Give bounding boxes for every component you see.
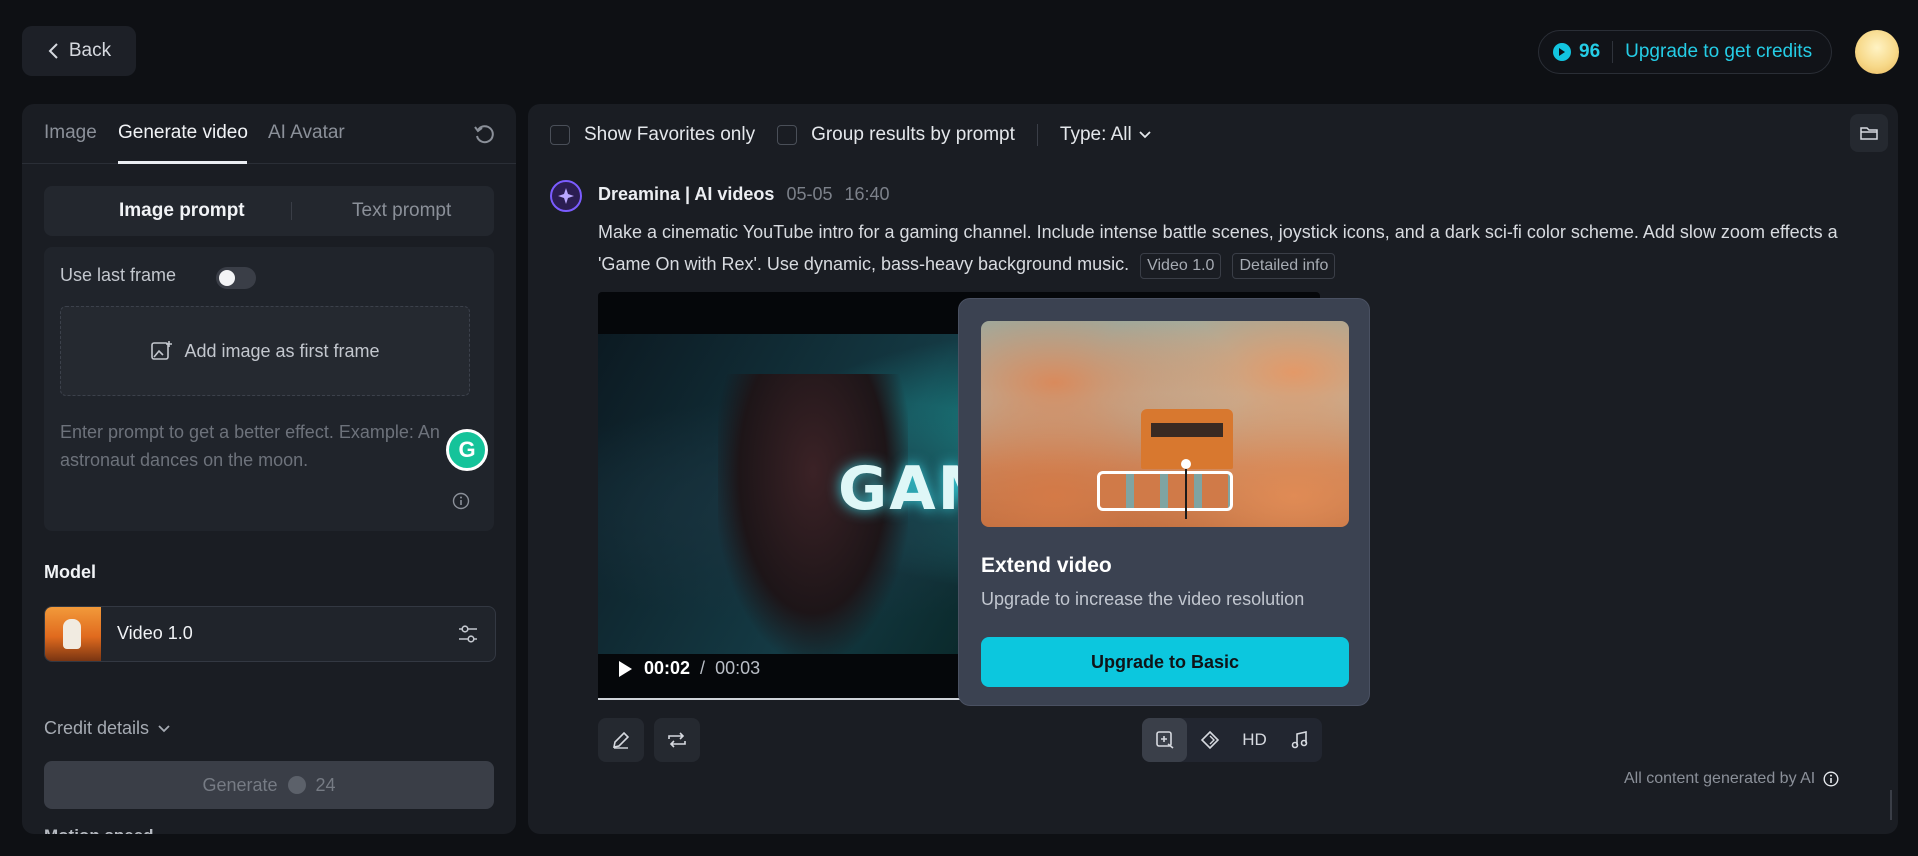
type-filter-dropdown[interactable]: Type: All [1060,124,1152,146]
popup-title: Extend video [981,554,1112,577]
extend-preview-image [981,321,1349,527]
ai-disclaimer: All content generated by AI [1624,770,1839,788]
model-section-title: Model [44,562,96,582]
credit-details-toggle[interactable]: Credit details [44,718,171,739]
credit-details-label: Credit details [44,718,150,738]
credits-pill[interactable]: 96 Upgrade to get credits [1538,30,1832,74]
credit-coin-icon [287,776,306,794]
divider [1612,41,1614,63]
hd-upscale-button[interactable]: HD [1232,718,1277,762]
back-button[interactable]: Back [22,26,136,76]
duration: 00:03 [715,658,761,678]
motion-speed-label: Motion speed [44,826,154,834]
time-separator: / [700,658,706,678]
prompt-line-2: 'Game On with Rex'. Use dynamic, bass-he… [598,248,1888,280]
prompt-mode-toggle: Image prompt Text prompt [44,186,494,236]
text-prompt-option[interactable]: Text prompt [352,200,451,222]
add-image-icon [150,339,174,363]
filter-bar: Show Favorites only Group results by pro… [550,120,1152,150]
model-name: Video 1.0 [117,623,193,643]
use-last-frame-toggle[interactable] [216,267,256,289]
lip-sync-button[interactable] [1187,718,1232,762]
extend-video-button[interactable] [1142,718,1187,762]
prompt-line-2-text: 'Game On with Rex'. Use dynamic, bass-he… [598,254,1130,274]
folder-button[interactable] [1850,114,1888,152]
regenerate-button[interactable] [654,718,700,762]
pencil-icon [611,730,631,750]
upgrade-to-basic-button[interactable]: Upgrade to Basic [981,637,1349,687]
message-prompt-text: Make a cinematic YouTube intro for a gam… [598,216,1888,280]
folder-icon [1860,125,1878,141]
chevron-down-icon [1138,130,1152,140]
image-prompt-option[interactable]: Image prompt [119,200,245,222]
tab-ai-avatar[interactable]: AI Avatar [268,122,345,144]
disclaimer-text: All content generated by AI [1624,770,1816,787]
grammarly-icon[interactable]: G [446,429,488,471]
left-panel: Image Generate video AI Avatar Image pro… [22,104,516,834]
extend-icon [1155,730,1175,750]
message-header: Dreamina | AI videos 05-05 16:40 [598,184,890,205]
prompt-input[interactable]: Enter prompt to get a better effect. Exa… [60,418,440,474]
tab-generate-video[interactable]: Generate video [118,122,248,144]
settings-sliders-icon[interactable] [457,623,479,645]
video-tools: HD [1142,718,1322,762]
diamond-icon [1200,730,1220,750]
tab-image[interactable]: Image [44,122,97,144]
credits-count: 96 [1579,41,1601,62]
prompt-line-1: Make a cinematic YouTube intro for a gam… [598,222,1838,242]
toggle-knob [219,270,235,286]
play-icon[interactable] [616,659,634,679]
generate-button[interactable]: Generate 24 [44,761,494,809]
repeat-icon [666,730,688,750]
reset-icon[interactable] [472,122,496,146]
timeline-marker [1181,459,1191,519]
info-icon[interactable] [452,492,470,510]
generate-label: Generate [202,774,278,795]
group-label[interactable]: Group results by prompt [811,124,1015,146]
active-tab-indicator [118,161,247,164]
divider [291,202,292,220]
scrollbar[interactable] [1890,790,1892,820]
timeline-strip [1097,471,1233,511]
mode-tabs: Image Generate video AI Avatar [22,104,516,164]
music-note-icon [1291,730,1309,750]
info-icon[interactable] [1823,771,1839,787]
message-time: 16:40 [844,184,890,204]
dreamina-avatar-icon [550,180,582,212]
current-time: 00:02 [644,658,691,678]
add-image-label: Add image as first frame [184,340,380,361]
type-filter-label: Type: All [1059,124,1132,145]
credit-coin-icon [1553,43,1571,61]
use-last-frame-label: Use last frame [60,265,177,285]
favorites-checkbox[interactable] [550,125,570,145]
model-selector[interactable]: Video 1.0 [44,606,496,662]
message-date: 05-05 [786,184,833,204]
video-controls: 00:02 / 00:03 [616,658,760,679]
chevron-left-icon [47,42,61,60]
message-author: Dreamina | AI videos [598,184,775,204]
popup-description: Upgrade to increase the video resolution [981,589,1305,609]
extend-video-popup: Extend video Upgrade to increase the vid… [958,298,1370,706]
upgrade-credits-link[interactable]: Upgrade to get credits [1625,41,1812,63]
edit-button[interactable] [598,718,644,762]
model-tag: Video 1.0 [1140,253,1222,279]
generate-cost: 24 [315,774,336,795]
detailed-info-link[interactable]: Detailed info [1232,253,1336,279]
add-first-frame-button[interactable]: Add image as first frame [60,306,470,396]
model-thumbnail [45,607,101,661]
add-music-button[interactable] [1277,718,1322,762]
prompt-box: Use last frame Add image as first frame … [44,247,494,531]
back-label: Back [68,40,112,61]
chevron-down-icon [157,724,171,734]
group-checkbox[interactable] [777,125,798,145]
divider [1036,124,1038,146]
favorites-label[interactable]: Show Favorites only [584,124,755,146]
user-avatar[interactable] [1855,30,1899,74]
